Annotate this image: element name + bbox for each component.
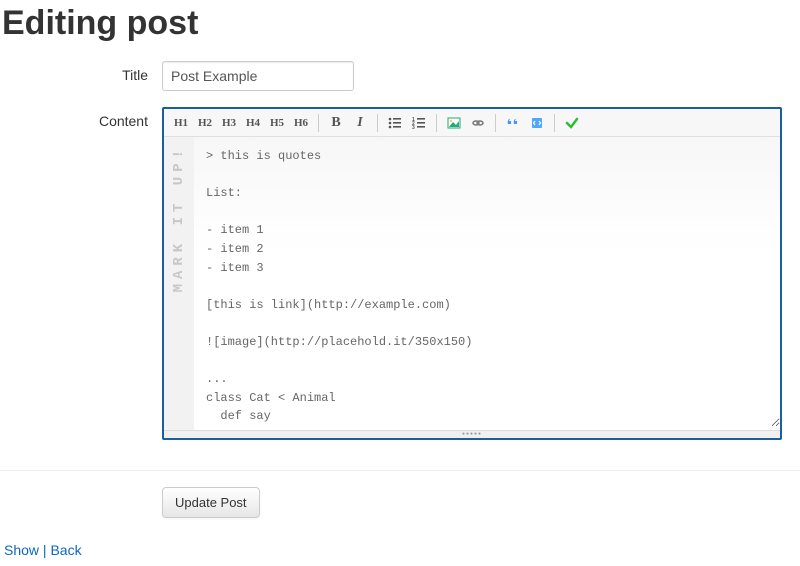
- toolbar-separator: [495, 114, 496, 132]
- quote-icon: [506, 116, 520, 130]
- update-post-button[interactable]: Update Post: [162, 487, 260, 518]
- h1-button[interactable]: H1: [170, 112, 192, 134]
- markdown-editor: H1 H2 H3 H4 H5 H6 B I: [162, 107, 782, 440]
- bullet-list-button[interactable]: [384, 112, 406, 134]
- code-button[interactable]: [526, 112, 548, 134]
- toolbar-separator: [436, 114, 437, 132]
- content-row: Content H1 H2 H3 H4 H5 H6 B I: [0, 107, 800, 440]
- link-separator: |: [43, 542, 47, 558]
- check-icon: [565, 116, 579, 130]
- h4-button[interactable]: H4: [242, 112, 264, 134]
- image-icon: [447, 116, 461, 130]
- bold-button[interactable]: B: [325, 112, 347, 134]
- toolbar-separator: [554, 114, 555, 132]
- preview-button[interactable]: [561, 112, 583, 134]
- link-button[interactable]: [467, 112, 489, 134]
- h6-button[interactable]: H6: [290, 112, 312, 134]
- title-row: Title: [0, 61, 800, 91]
- back-link[interactable]: Back: [50, 542, 81, 558]
- quote-button[interactable]: [502, 112, 524, 134]
- editor-gutter: MARK IT UP!: [164, 137, 194, 430]
- footer-links: Show | Back: [0, 540, 800, 560]
- numbered-list-icon: 1 2 3: [412, 116, 426, 130]
- page-title: Editing post: [2, 4, 800, 43]
- code-icon: [530, 116, 544, 130]
- content-label: Content: [0, 107, 162, 129]
- resize-grip[interactable]: ●●●●●: [164, 430, 780, 438]
- title-label: Title: [0, 61, 162, 83]
- h5-button[interactable]: H5: [266, 112, 288, 134]
- title-input[interactable]: [162, 61, 354, 91]
- show-link[interactable]: Show: [4, 542, 39, 558]
- divider: [0, 470, 800, 471]
- editor-toolbar: H1 H2 H3 H4 H5 H6 B I: [164, 109, 780, 137]
- numbered-list-button[interactable]: 1 2 3: [408, 112, 430, 134]
- svg-text:3: 3: [412, 125, 415, 130]
- h2-button[interactable]: H2: [194, 112, 216, 134]
- link-icon: [471, 116, 485, 130]
- image-button[interactable]: [443, 112, 465, 134]
- italic-button[interactable]: I: [349, 112, 371, 134]
- editor-brand-label: MARK IT UP!: [171, 145, 187, 292]
- toolbar-separator: [377, 114, 378, 132]
- bullet-list-icon: [388, 116, 402, 130]
- content-textarea[interactable]: [194, 137, 780, 427]
- h3-button[interactable]: H3: [218, 112, 240, 134]
- toolbar-separator: [318, 114, 319, 132]
